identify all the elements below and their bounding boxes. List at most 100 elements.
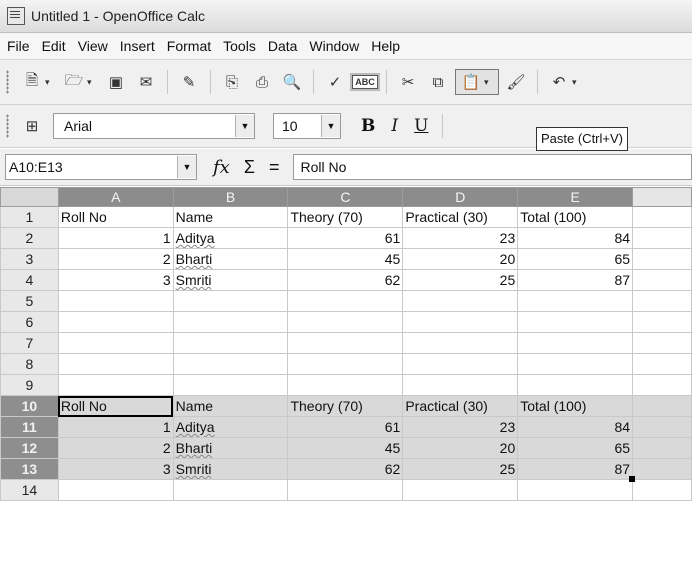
cell[interactable]: Roll No	[57, 395, 174, 417]
column-header-E[interactable]: E	[517, 187, 634, 207]
cell[interactable]	[632, 374, 692, 396]
cut-icon[interactable]: ✂	[397, 71, 419, 93]
cell[interactable]: Bharti	[172, 248, 289, 270]
menu-help[interactable]: Help	[365, 38, 406, 54]
cell[interactable]	[632, 206, 692, 228]
select-all-corner[interactable]	[0, 187, 59, 207]
cell[interactable]	[172, 479, 289, 501]
cell[interactable]: 25	[402, 269, 519, 291]
cell[interactable]: 87	[517, 269, 634, 291]
row-header[interactable]: 14	[0, 479, 59, 501]
cell[interactable]: 65	[517, 248, 634, 270]
function-wizard-icon[interactable]: fx	[213, 157, 230, 178]
new-dropdown-icon[interactable]: ▾	[45, 77, 55, 88]
edit-file-icon[interactable]: ✎	[178, 71, 200, 93]
italic-button[interactable]: I	[391, 116, 398, 136]
paste-icon[interactable]: 📋	[460, 71, 482, 93]
cell[interactable]: Aditya	[172, 227, 289, 249]
row-header[interactable]: 9	[0, 374, 59, 396]
row-header[interactable]: 1	[0, 206, 59, 228]
cell[interactable]	[402, 290, 519, 312]
cell[interactable]: 2	[57, 248, 174, 270]
bold-button[interactable]: B	[361, 116, 375, 136]
row-header[interactable]: 4	[0, 269, 59, 291]
cell[interactable]	[632, 395, 692, 417]
undo-icon[interactable]: ↶	[548, 71, 570, 93]
cell[interactable]: Practical (30)	[402, 395, 519, 417]
formula-input[interactable]: Roll No	[293, 154, 692, 180]
cell[interactable]	[517, 479, 634, 501]
function-icon[interactable]: =	[269, 157, 280, 178]
cell[interactable]	[287, 290, 404, 312]
open-folder-icon[interactable]: 🗁	[63, 71, 85, 93]
toolbar-grip[interactable]	[6, 114, 9, 138]
menu-insert[interactable]: Insert	[114, 38, 161, 54]
chevron-down-icon[interactable]: ▼	[235, 115, 254, 137]
cell[interactable]: 87	[517, 458, 634, 480]
cell[interactable]	[402, 311, 519, 333]
cell[interactable]: 1	[57, 227, 174, 249]
row-header[interactable]: 11	[0, 416, 59, 438]
cell[interactable]: 84	[517, 227, 634, 249]
name-box[interactable]: A10:E13 ▼	[5, 154, 197, 180]
menu-window[interactable]: Window	[303, 38, 365, 54]
cell[interactable]: Theory (70)	[287, 206, 404, 228]
cell[interactable]	[287, 479, 404, 501]
cell[interactable]: 62	[287, 269, 404, 291]
cell[interactable]	[632, 479, 692, 501]
cell[interactable]	[287, 353, 404, 375]
new-document-icon[interactable]: 🗎	[21, 71, 43, 93]
cell[interactable]	[57, 290, 174, 312]
column-header-next[interactable]	[632, 187, 692, 207]
cell[interactable]: 23	[402, 227, 519, 249]
cell[interactable]: Roll No	[57, 206, 174, 228]
row-header[interactable]: 6	[0, 311, 59, 333]
styles-formatting-icon[interactable]: ⊞	[21, 115, 43, 137]
cell[interactable]	[402, 332, 519, 354]
row-header[interactable]: 12	[0, 437, 59, 459]
column-header-B[interactable]: B	[172, 187, 289, 207]
cell[interactable]	[287, 332, 404, 354]
cell[interactable]	[172, 374, 289, 396]
font-size-select[interactable]: 10 ▼	[273, 113, 341, 139]
row-header[interactable]: 2	[0, 227, 59, 249]
cell[interactable]: Practical (30)	[402, 206, 519, 228]
cell[interactable]	[57, 479, 174, 501]
row-header[interactable]: 13	[0, 458, 59, 480]
cell[interactable]: Name	[172, 395, 289, 417]
cell[interactable]	[632, 437, 692, 459]
cell[interactable]: Total (100)	[517, 206, 634, 228]
autospellcheck-icon[interactable]: ABC	[352, 71, 378, 93]
row-header[interactable]: 7	[0, 332, 59, 354]
cell[interactable]: Smriti	[172, 269, 289, 291]
cell[interactable]: Smriti	[172, 458, 289, 480]
menu-edit[interactable]: Edit	[36, 38, 72, 54]
cell[interactable]	[632, 248, 692, 270]
cell[interactable]	[517, 374, 634, 396]
cell[interactable]: 65	[517, 437, 634, 459]
fill-handle[interactable]	[628, 475, 635, 482]
page-preview-icon[interactable]: 🔍	[281, 71, 303, 93]
cell[interactable]	[172, 332, 289, 354]
cell[interactable]	[57, 332, 174, 354]
cell[interactable]: Bharti	[172, 437, 289, 459]
cell[interactable]	[57, 311, 174, 333]
row-header[interactable]: 10	[0, 395, 59, 417]
column-header-C[interactable]: C	[287, 187, 404, 207]
cell[interactable]	[517, 311, 634, 333]
cell[interactable]	[402, 374, 519, 396]
cell[interactable]	[172, 353, 289, 375]
cell[interactable]: 20	[402, 437, 519, 459]
save-icon[interactable]: ▣	[105, 71, 127, 93]
cell[interactable]	[632, 269, 692, 291]
cell[interactable]: Total (100)	[517, 395, 634, 417]
row-header[interactable]: 3	[0, 248, 59, 270]
cell[interactable]: 62	[287, 458, 404, 480]
export-pdf-icon[interactable]: ⎘	[221, 71, 243, 93]
paste-dropdown-icon[interactable]: ▾	[484, 77, 494, 88]
menu-format[interactable]: Format	[161, 38, 217, 54]
cell[interactable]: 20	[402, 248, 519, 270]
undo-dropdown-icon[interactable]: ▾	[572, 77, 582, 88]
sum-icon[interactable]: Σ	[244, 157, 255, 178]
cell[interactable]: 45	[287, 248, 404, 270]
